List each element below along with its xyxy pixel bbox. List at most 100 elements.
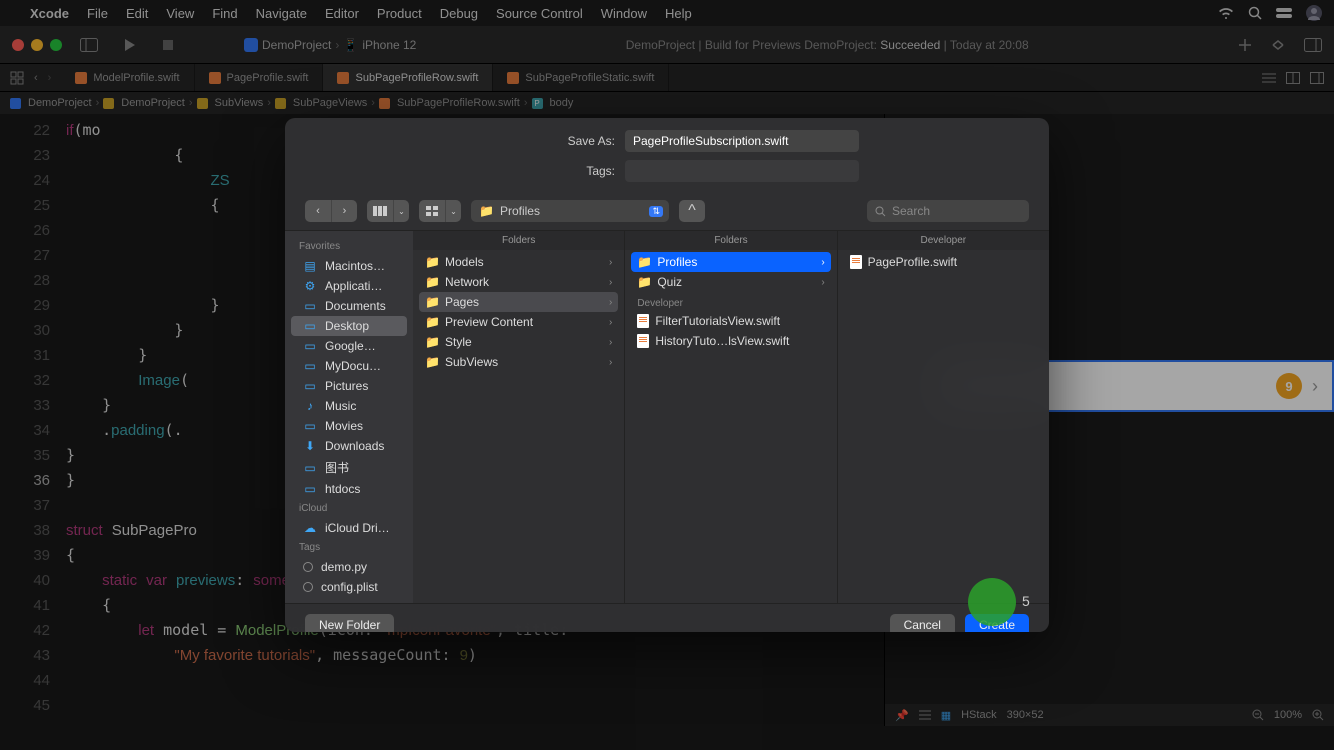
folder-icon: 📁 xyxy=(425,315,439,329)
menu-edit[interactable]: Edit xyxy=(126,6,148,21)
sidebar-item[interactable]: ▭Pictures xyxy=(291,376,407,396)
folder-item[interactable]: 📁Style› xyxy=(419,332,618,352)
control-center-icon[interactable] xyxy=(1276,8,1292,18)
hierarchy-icon[interactable] xyxy=(919,709,931,721)
sidebar-tag-config[interactable]: config.plist xyxy=(291,577,407,597)
related-items-icon[interactable] xyxy=(10,71,24,85)
menu-window[interactable]: Window xyxy=(601,6,647,21)
group-dropdown-button[interactable]: ⌄ xyxy=(445,200,461,222)
tab-subpageprofilerow[interactable]: SubPageProfileRow.swift xyxy=(323,64,493,91)
menu-help[interactable]: Help xyxy=(665,6,692,21)
file-item[interactable]: FilterTutorialsView.swift xyxy=(631,311,830,331)
adjust-editor-icon[interactable] xyxy=(1286,72,1300,84)
cancel-button[interactable]: Cancel xyxy=(890,614,955,632)
sidebar-item[interactable]: ▭图书 xyxy=(291,456,407,479)
menu-navigate[interactable]: Navigate xyxy=(256,6,307,21)
nav-forward-icon[interactable]: › xyxy=(48,72,52,84)
inspector-toggle-icon[interactable] xyxy=(1304,38,1322,52)
minimize-window[interactable] xyxy=(31,39,43,51)
sidebar-label: MyDocu… xyxy=(325,359,381,373)
menu-editor[interactable]: Editor xyxy=(325,6,359,21)
menu-source-control[interactable]: Source Control xyxy=(496,6,583,21)
stack-icon[interactable]: ▦ xyxy=(941,709,951,722)
folder-item[interactable]: 📁Preview Content› xyxy=(419,312,618,332)
bc-item[interactable]: SubPageProfileRow.swift xyxy=(397,97,520,109)
bc-item[interactable]: body xyxy=(550,97,574,109)
folder-item[interactable]: 📁Models› xyxy=(419,252,618,272)
new-folder-button[interactable]: New Folder xyxy=(305,614,394,632)
bc-item[interactable]: SubPageViews xyxy=(293,97,367,109)
nav-back-icon[interactable]: ‹ xyxy=(34,72,38,84)
file-item[interactable]: HistoryTuto…lsView.swift xyxy=(631,331,830,351)
tab-modelprofile[interactable]: ModelProfile.swift xyxy=(61,64,194,91)
view-dropdown-button[interactable]: ⌄ xyxy=(393,200,409,222)
save-as-input[interactable] xyxy=(625,130,859,152)
sidebar-item[interactable]: ⚙Applicati… xyxy=(291,276,407,296)
editor-options-icon[interactable] xyxy=(1262,72,1276,84)
nav-back-button[interactable]: ‹ xyxy=(305,200,331,222)
expand-collapse-button[interactable]: ^ xyxy=(679,200,705,222)
user-icon[interactable] xyxy=(1306,5,1322,21)
menu-find[interactable]: Find xyxy=(212,6,237,21)
sidebar-item[interactable]: ⬇Downloads xyxy=(291,436,407,456)
folder-icon: ▤ xyxy=(303,259,317,273)
folder-item[interactable]: 📁Profiles› xyxy=(631,252,830,272)
sidebar-tag-demo[interactable]: demo.py xyxy=(291,557,407,577)
create-button[interactable]: Create xyxy=(965,614,1029,632)
folder-icon: 📁 xyxy=(637,255,651,269)
add-editor-icon[interactable] xyxy=(1310,72,1324,84)
menu-view[interactable]: View xyxy=(166,6,194,21)
sidebar-item[interactable]: ▭Google… xyxy=(291,336,407,356)
sidebar-item-icloud[interactable]: ☁iCloud Dri… xyxy=(291,518,407,538)
sidebar-item[interactable]: ▭Movies xyxy=(291,416,407,436)
maximize-window[interactable] xyxy=(50,39,62,51)
folder-icon: ▭ xyxy=(303,419,317,433)
scheme-selector[interactable]: DemoProject › 📱 iPhone 12 xyxy=(244,38,416,52)
menu-file[interactable]: File xyxy=(87,6,108,21)
stop-button-icon[interactable] xyxy=(162,39,174,51)
tab-pageprofile[interactable]: PageProfile.swift xyxy=(195,64,324,91)
sidebar-item[interactable]: ▤Macintos… xyxy=(291,256,407,276)
col-header: Developer xyxy=(838,231,1049,250)
breadcrumb[interactable]: DemoProject› DemoProject› SubViews› SubP… xyxy=(0,92,1334,114)
save-as-label: Save As: xyxy=(305,134,615,148)
sidebar-item[interactable]: ▭Documents xyxy=(291,296,407,316)
sidebar-item[interactable]: ▭Desktop xyxy=(291,316,407,336)
library-icon[interactable] xyxy=(1270,39,1286,51)
menu-product[interactable]: Product xyxy=(377,6,422,21)
bc-item[interactable]: DemoProject xyxy=(28,97,92,109)
bc-item[interactable]: DemoProject xyxy=(121,97,185,109)
nav-forward-button[interactable]: › xyxy=(331,200,357,222)
run-button-icon[interactable] xyxy=(124,38,136,52)
bc-item[interactable]: SubViews xyxy=(215,97,264,109)
folder-icon: 📁 xyxy=(425,295,439,309)
search-field[interactable]: Search xyxy=(867,200,1029,222)
file-item[interactable]: PageProfile.swift xyxy=(844,252,1043,272)
zoom-out-icon[interactable] xyxy=(1252,709,1264,721)
close-window[interactable] xyxy=(12,39,24,51)
tab-subpageprofilestatic[interactable]: SubPageProfileStatic.swift xyxy=(493,64,669,91)
wifi-icon[interactable] xyxy=(1218,7,1234,19)
folder-item[interactable]: 📁Network› xyxy=(419,272,618,292)
sidebar-item[interactable]: ▭MyDocu… xyxy=(291,356,407,376)
tutorial-step-number: 5 xyxy=(1022,593,1030,609)
folder-item[interactable]: 📁SubViews› xyxy=(419,352,618,372)
sidebar-toggle-icon[interactable] xyxy=(80,38,98,52)
menu-debug[interactable]: Debug xyxy=(440,6,478,21)
view-columns-button[interactable] xyxy=(367,200,393,222)
search-icon[interactable] xyxy=(1248,6,1262,20)
group-button[interactable] xyxy=(419,200,445,222)
zoom-in-icon[interactable] xyxy=(1312,709,1324,721)
folder-item[interactable]: 📁Quiz› xyxy=(631,272,830,292)
chevron-right-icon: › xyxy=(821,277,824,288)
tags-input[interactable] xyxy=(625,160,859,182)
app-name[interactable]: Xcode xyxy=(30,6,69,21)
add-icon[interactable] xyxy=(1238,38,1252,52)
location-dropdown[interactable]: 📁 Profiles ⇅ xyxy=(471,200,669,222)
status-result: Succeeded xyxy=(880,38,940,52)
sidebar-item[interactable]: ♪Music xyxy=(291,396,407,416)
folder-item[interactable]: 📁Pages› xyxy=(419,292,618,312)
pin-icon[interactable]: 📌 xyxy=(895,709,909,722)
sidebar-item[interactable]: ▭htdocs xyxy=(291,479,407,499)
sidebar-label: Pictures xyxy=(325,379,368,393)
